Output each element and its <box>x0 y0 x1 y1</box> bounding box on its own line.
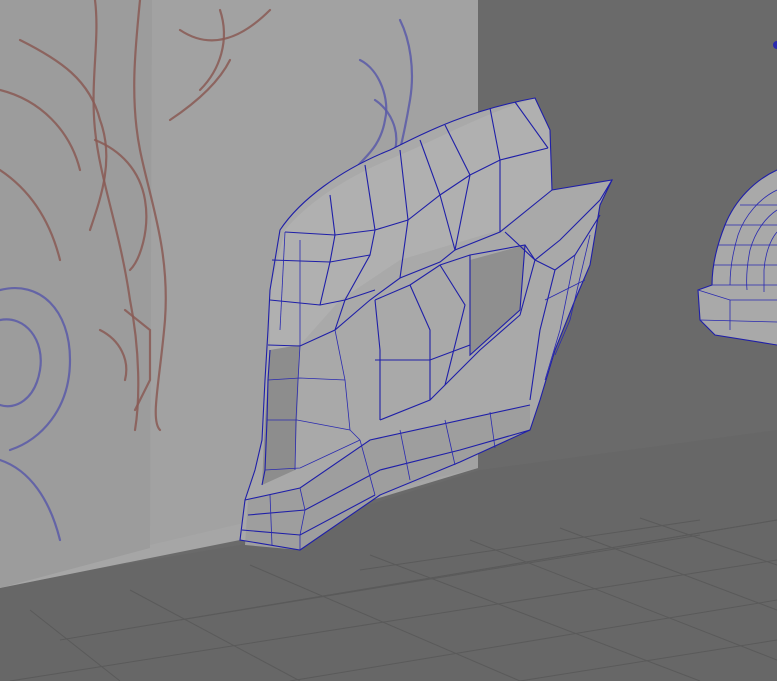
scene-svg <box>0 0 777 681</box>
viewport-3d[interactable] <box>0 0 777 681</box>
